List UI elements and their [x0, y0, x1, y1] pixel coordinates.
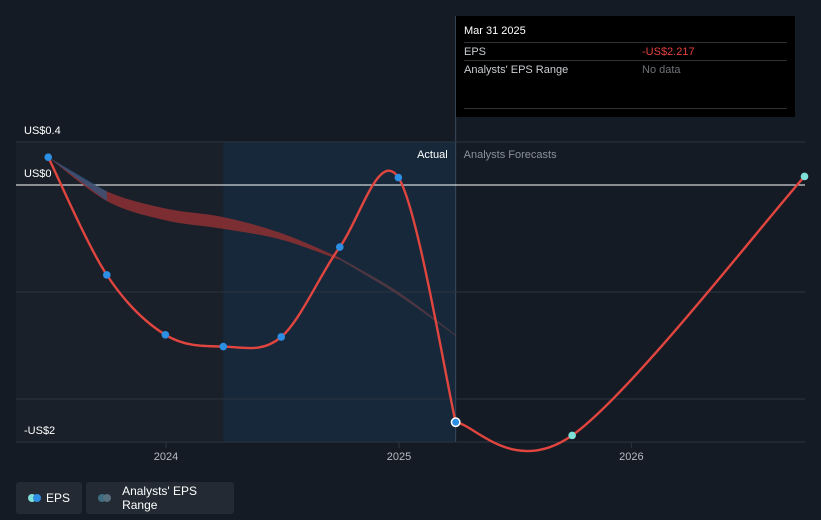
- y-axis-label: -US$2: [24, 425, 55, 437]
- x-axis-label: 2026: [619, 451, 643, 463]
- eps-legend-icon: [28, 494, 41, 502]
- y-axis-label: US$0.4: [24, 125, 61, 137]
- x-axis-label: 2024: [154, 451, 178, 463]
- legend-range-button[interactable]: Analysts' EPS Range: [86, 482, 234, 514]
- y-axis-label: US$0: [24, 168, 52, 180]
- region-label-forecast: Analysts Forecasts: [464, 149, 557, 161]
- tooltip-eps-label: EPS: [464, 45, 487, 58]
- tooltip-eps-row: EPS -US$2.217: [464, 42, 787, 60]
- legend-eps-label: EPS: [45, 491, 70, 505]
- region-label-actual: Actual: [417, 149, 448, 161]
- tooltip: Mar 31 2025 EPS -US$2.217 Analysts' EPS …: [456, 16, 795, 117]
- eps-forecast-line: [455, 175, 806, 453]
- legend-eps-button[interactable]: EPS: [16, 482, 82, 514]
- tooltip-range-label: Analysts' EPS Range: [464, 63, 569, 76]
- legend-range-label: Analysts' EPS Range: [122, 484, 198, 512]
- eps-data-point: [219, 342, 228, 351]
- eps-data-point: [44, 153, 53, 161]
- eps-data-point: [277, 333, 286, 341]
- eps-data-point: [450, 417, 461, 428]
- tooltip-range-row: Analysts' EPS Range No data: [464, 60, 787, 78]
- eps-data-point: [335, 243, 344, 251]
- eps-forecast-point: [800, 172, 809, 181]
- eps-data-point: [161, 331, 170, 339]
- eps-data-point: [102, 271, 111, 279]
- eps-data-point: [394, 173, 403, 182]
- x-axis-label: 2025: [387, 451, 411, 463]
- tooltip-date: Mar 31 2025: [464, 25, 526, 37]
- tooltip-eps-value: -US$2.217: [642, 45, 695, 58]
- tooltip-range-value: No data: [642, 63, 681, 76]
- tooltip-divider: [464, 108, 787, 109]
- range-legend-icon: [98, 494, 112, 502]
- eps-forecast-point: [568, 431, 576, 440]
